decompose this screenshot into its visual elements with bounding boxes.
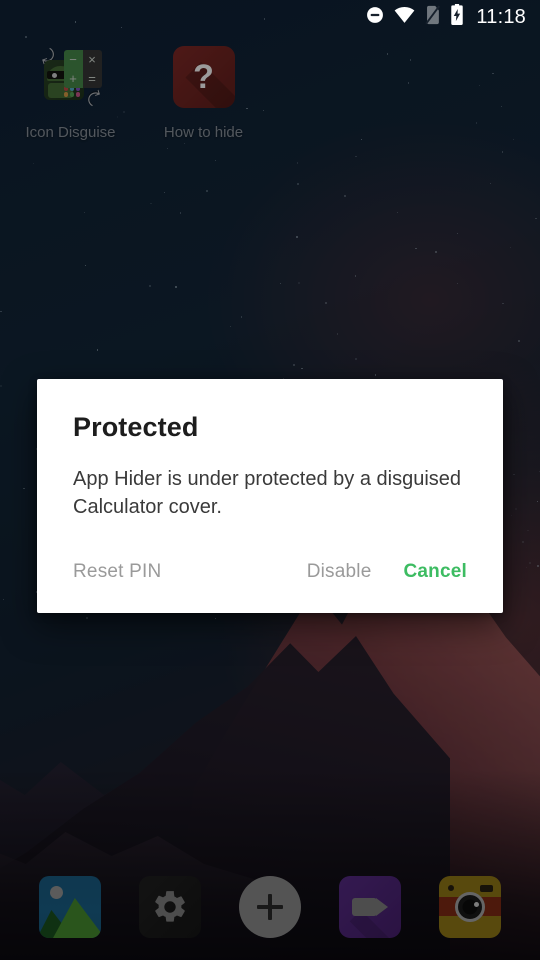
dialog-action-row: Reset PIN Disable Cancel xyxy=(37,555,503,613)
dialog-title: Protected xyxy=(73,412,199,442)
do-not-disturb-icon xyxy=(365,5,385,30)
dialog-message: App Hider is under protected by a disgui… xyxy=(73,467,462,519)
android-home-screen: ⤾ − × + = ⤾ Icon Disguise ? How to hide … xyxy=(0,0,540,960)
question-mark-icon: ? xyxy=(193,58,214,96)
wifi-icon xyxy=(394,6,415,28)
no-sim-icon xyxy=(424,5,441,30)
battery-charging-icon xyxy=(450,4,464,30)
status-bar: 11:18 xyxy=(0,0,540,34)
status-bar-clock: 11:18 xyxy=(476,6,526,28)
protected-dialog: Protected App Hider is under protected b… xyxy=(37,379,503,614)
disable-button[interactable]: Disable xyxy=(307,555,372,589)
reset-pin-button[interactable]: Reset PIN xyxy=(73,555,161,589)
cancel-button[interactable]: Cancel xyxy=(403,555,467,589)
